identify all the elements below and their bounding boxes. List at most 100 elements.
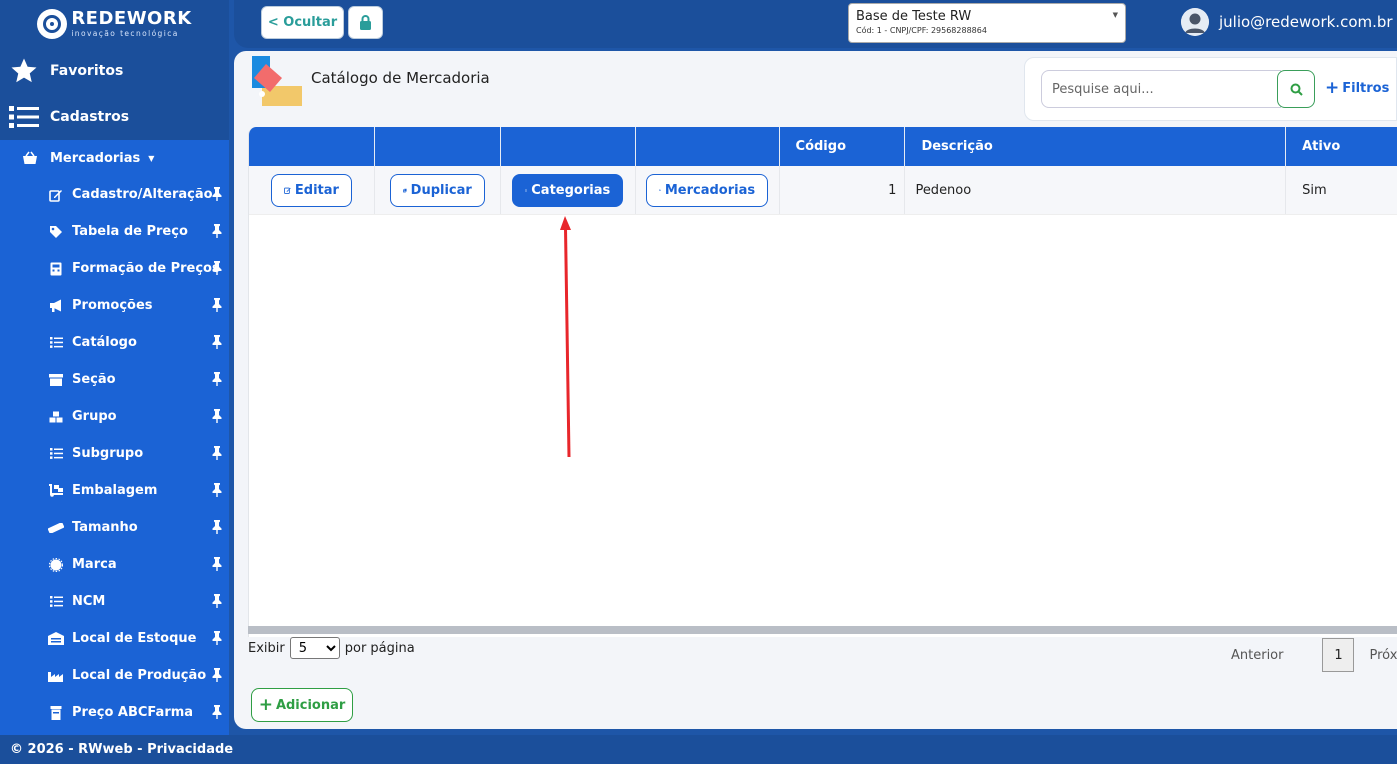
database-select[interactable]: Base de Teste RW Cód: 1 - CNPJ/CPF: 2956…	[848, 3, 1126, 43]
sidebar-items: Cadastro/Alteração Tabela de Preço Formaçã…	[0, 176, 229, 731]
pin-icon[interactable]	[211, 409, 223, 427]
sidebar-item-label: Subgrupo	[72, 446, 144, 461]
column-header-codigo[interactable]: Código	[780, 127, 906, 166]
sidebar-item-embalagem[interactable]: Embalagem	[0, 472, 229, 509]
avatar	[1181, 8, 1209, 36]
brand-tagline: inovação tecnológica	[71, 29, 179, 39]
cell-codigo: 1	[780, 166, 906, 214]
sidebar-item-label: Embalagem	[72, 483, 158, 498]
page-title: Catálogo de Mercadoria	[311, 69, 490, 87]
database-code: Cód: 1 - CNPJ/CPF: 29568288864	[856, 26, 987, 35]
badge-icon	[48, 557, 64, 572]
hide-menu-button[interactable]: < Ocultar	[261, 6, 344, 39]
prescription-icon	[48, 705, 64, 720]
pin-icon[interactable]	[211, 261, 223, 279]
main-panel: Catálogo de Mercadoria + Filtros Código …	[234, 51, 1397, 729]
sidebar-item-cadastro-alteracao[interactable]: Cadastro/Alteração	[0, 176, 229, 213]
prev-page-button[interactable]: Anterior	[1231, 648, 1283, 663]
sidebar-item-label: Promoções	[72, 298, 153, 313]
search-button[interactable]	[1277, 70, 1315, 108]
sidebar-item-ncm[interactable]: NCM	[0, 583, 229, 620]
sidebar-group-label: Mercadorias	[50, 150, 141, 166]
catalog-table: Código Descrição Ativo Editar Duplicar C…	[248, 127, 1397, 637]
sidebar-item-secao[interactable]: Seção	[0, 361, 229, 398]
horizontal-scrollbar[interactable]	[248, 626, 1397, 634]
sidebar-item-label: Grupo	[72, 409, 117, 424]
column-header-ativo[interactable]: Ativo	[1286, 127, 1397, 166]
industry-icon	[48, 669, 64, 682]
sidebar-item-subgrupo[interactable]: Subgrupo	[0, 435, 229, 472]
star-icon	[8, 56, 40, 86]
pin-icon[interactable]	[211, 705, 223, 723]
sidebar-item-catalogo[interactable]: Catálogo	[0, 324, 229, 361]
column-header	[501, 127, 636, 166]
sidebar-item-local-de-estoque[interactable]: Local de Estoque	[0, 620, 229, 657]
pin-icon[interactable]	[211, 483, 223, 501]
cubes-icon	[659, 189, 661, 191]
sidebar-item-tabela-de-preco[interactable]: Tabela de Preço	[0, 213, 229, 250]
sidebar-item-favoritos[interactable]: Favoritos	[0, 48, 229, 94]
add-button[interactable]: + Adicionar	[251, 688, 353, 722]
pin-icon[interactable]	[211, 594, 223, 612]
sidebar-item-label: Local de Estoque	[72, 631, 197, 646]
table-row: Editar Duplicar Categorias Mercadorias 1…	[249, 166, 1397, 215]
column-header	[636, 127, 780, 166]
categories-button[interactable]: Categorias	[512, 173, 624, 207]
caret-down-icon: ▼	[148, 153, 155, 163]
list-icon	[48, 596, 64, 607]
tag-icon	[48, 225, 64, 239]
sidebar-item-label: Marca	[72, 557, 117, 572]
list-icon	[48, 448, 64, 459]
pin-icon[interactable]	[211, 631, 223, 649]
topbar: < Ocultar Base de Teste RW Cód: 1 - CNPJ…	[234, 0, 1397, 48]
sidebar-item-local-de-producao[interactable]: Local de Produção	[0, 657, 229, 694]
next-page-button[interactable]: Próximo	[1369, 648, 1397, 663]
sidebar-item-label: Preço ABCFarma	[72, 705, 194, 720]
sidebar-item-promocoes[interactable]: Promoções	[0, 287, 229, 324]
sidebar-item-label: Local de Produção	[72, 668, 207, 683]
pin-icon[interactable]	[211, 557, 223, 575]
sidebar-item-label: Favoritos	[50, 63, 124, 79]
page-size-select[interactable]: 5	[289, 637, 340, 659]
user-menu[interactable]: julio@redework.com.br	[1181, 8, 1393, 36]
sidebar-item-formacao-de-precos[interactable]: Formação de Preços	[0, 250, 229, 287]
pin-icon[interactable]	[211, 520, 223, 538]
sidebar-item-label: NCM	[72, 594, 106, 609]
column-header-descricao[interactable]: Descrição	[905, 127, 1287, 166]
dolly-icon	[48, 484, 64, 497]
footer: © 2026 - RWweb - Privacidade	[0, 735, 1397, 764]
sidebar-item-preco-abcfarma[interactable]: Preço ABCFarma	[0, 694, 229, 731]
search-input[interactable]	[1041, 70, 1281, 108]
pin-icon[interactable]	[211, 335, 223, 353]
logo[interactable]: REDEWORK inovação tecnológica	[0, 0, 229, 48]
pin-icon[interactable]	[211, 446, 223, 464]
column-header	[375, 127, 501, 166]
sidebar-item-marca[interactable]: Marca	[0, 546, 229, 583]
sidebar-item-cadastros[interactable]: Cadastros	[0, 94, 229, 140]
edit-button[interactable]: Editar	[270, 173, 352, 207]
sidebar-item-label: Seção	[72, 372, 116, 387]
products-button[interactable]: Mercadorias	[646, 173, 769, 207]
pin-icon[interactable]	[211, 298, 223, 316]
logo-mark-icon	[37, 9, 68, 39]
basket-icon	[22, 151, 38, 165]
sidebar-group-mercadorias[interactable]: Mercadorias ▼	[0, 140, 229, 176]
pin-icon[interactable]	[211, 187, 223, 205]
megaphone-icon	[48, 299, 64, 312]
pin-icon[interactable]	[211, 372, 223, 390]
copy-icon	[402, 187, 407, 192]
search-icon	[1290, 83, 1303, 96]
sidebar-item-label: Formação de Preços	[72, 261, 220, 276]
pin-icon[interactable]	[211, 224, 223, 242]
sidebar-item-grupo[interactable]: Grupo	[0, 398, 229, 435]
filters-button[interactable]: + Filtros	[1325, 78, 1389, 98]
sidebar-item-label: Cadastros	[50, 109, 130, 125]
sidebar-item-label: Cadastro/Alteração	[72, 187, 213, 202]
sidebar-item-tamanho[interactable]: Tamanho	[0, 509, 229, 546]
cell-descricao: Pedenoo	[905, 166, 1287, 214]
duplicate-button[interactable]: Duplicar	[389, 173, 485, 207]
list-icon	[8, 102, 40, 132]
lock-button[interactable]	[348, 6, 383, 39]
pin-icon[interactable]	[211, 668, 223, 686]
page-number-button[interactable]: 1	[1322, 638, 1355, 672]
